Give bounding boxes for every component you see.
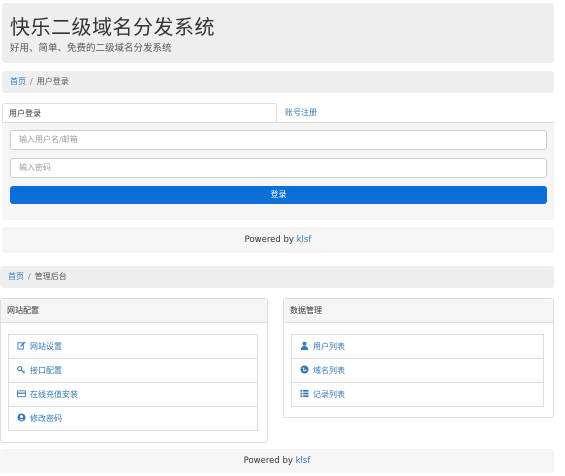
list-item-recharge-install[interactable]: 在线充值安装: [8, 382, 258, 407]
list-icon: [300, 389, 309, 398]
list-item-label: 记录列表: [313, 390, 345, 399]
key-icon: [17, 365, 26, 374]
user-circle-icon: [17, 413, 26, 422]
author-link[interactable]: klsf: [296, 456, 311, 466]
breadcrumb-home-link[interactable]: 首页: [10, 77, 26, 86]
panel-heading: 数据管理: [284, 299, 553, 323]
breadcrumb-admin: 首页 / 管理后台: [0, 266, 554, 288]
credit-card-icon: [17, 389, 26, 398]
list-item-label: 在线充值安装: [30, 390, 78, 399]
list-item-label: 用户列表: [313, 342, 345, 351]
author-link[interactable]: klsf: [297, 235, 312, 245]
edit-icon: [17, 341, 26, 350]
breadcrumb-login: 首页 / 用户登录: [2, 71, 554, 93]
breadcrumb-current: 管理后台: [34, 272, 67, 281]
list-item-change-password[interactable]: 修改密码: [8, 406, 258, 431]
powered-by-label: Powered by: [243, 456, 293, 466]
list-item-user-list[interactable]: 用户列表: [291, 334, 544, 359]
breadcrumb-separator: /: [28, 272, 31, 281]
tab-user-login[interactable]: 用户登录: [2, 103, 277, 123]
login-button[interactable]: 登录: [10, 186, 547, 204]
header-jumbotron: 快乐二级域名分发系统 好用、简单、免费的二级域名分发系统: [2, 3, 554, 63]
footer-top: Powered by klsf: [2, 227, 554, 253]
list-item-label: 域名列表: [313, 366, 345, 375]
tab-register[interactable]: 账号注册: [285, 103, 317, 123]
username-input[interactable]: 输入用户名/邮箱: [10, 130, 547, 150]
user-icon: [300, 341, 309, 350]
list-item-site-settings[interactable]: 网站设置: [8, 334, 258, 359]
panel-heading: 网站配置: [1, 299, 267, 323]
list-item-label: 接口配置: [30, 366, 62, 375]
powered-by-label: Powered by: [244, 235, 294, 245]
site-title: 快乐二级域名分发系统: [10, 15, 215, 39]
footer-bottom: Powered by klsf: [0, 449, 554, 473]
breadcrumb-current: 用户登录: [36, 77, 69, 86]
list-item-api-config[interactable]: 接口配置: [8, 358, 258, 383]
list-item-label: 网站设置: [30, 342, 62, 351]
login-tabs: 用户登录 账号注册: [2, 103, 554, 123]
password-input[interactable]: 输入密码: [10, 158, 547, 178]
list-item-domain-list[interactable]: 域名列表: [291, 358, 544, 383]
list-item-label: 修改密码: [30, 414, 62, 423]
globe-icon: [300, 365, 309, 374]
breadcrumb-separator: /: [30, 77, 33, 86]
list-item-record-list[interactable]: 记录列表: [291, 382, 544, 407]
site-subtitle: 好用、简单、免费的二级域名分发系统: [10, 43, 172, 54]
breadcrumb-home-link[interactable]: 首页: [8, 272, 24, 281]
